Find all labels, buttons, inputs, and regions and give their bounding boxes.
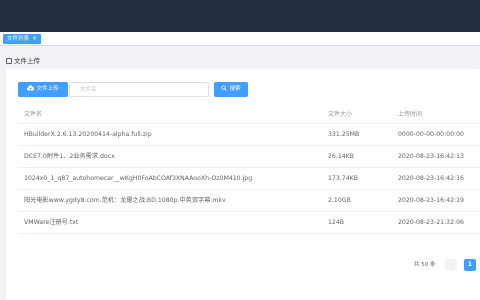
upload-button[interactable]: 文件上传 xyxy=(18,82,68,97)
file-table: 文件名 文件大小 上传时间 HBuilderX.2.6.13.20200414-… xyxy=(18,106,480,234)
tab-file-list[interactable]: 文件列表 × xyxy=(3,34,42,44)
cell-filename: 1024x0_1_q87_autohomecar__wKgH0FoAbCOAf3… xyxy=(24,175,253,182)
tags-bar: 文件列表 × xyxy=(0,32,480,46)
table-row[interactable]: 阳光电影www.ygdy8.com.范机：龙屠之战.BD.1080p.中英双字幕… xyxy=(18,190,480,212)
cell-filename: DCE7.0附件1、2业务需求.docx xyxy=(24,153,115,160)
table-row[interactable]: VMWare注册号.txt 124B 2020-08-23-21:32:06 xyxy=(18,212,480,234)
cloud-upload-icon xyxy=(27,85,35,91)
table-row[interactable]: HBuilderX.2.6.13.20200414-alpha.full.zip… xyxy=(18,124,480,146)
cell-time: 2020-08-23-16:42:16 xyxy=(398,175,464,182)
tab-label: 文件列表 xyxy=(7,36,30,42)
pagination-total: 共 50 条 xyxy=(414,262,436,268)
cell-size: 173.74KB xyxy=(328,175,358,182)
breadcrumb-label: 文件上传 xyxy=(14,57,40,65)
column-header-size[interactable]: 文件大小 xyxy=(328,106,352,124)
cell-time: 2020-08-23-16:42:13 xyxy=(398,153,464,160)
content-card: 文件上传 搜索 文件名 文件大小 上传时间 HBuilderX.2.6.13.2… xyxy=(6,69,480,300)
cell-size: 26.14KB xyxy=(328,153,355,160)
top-header-bar xyxy=(0,0,480,32)
pagination-page-1[interactable]: 1 xyxy=(464,259,476,271)
cell-time: 2020-08-23-21:32:06 xyxy=(398,219,464,226)
cell-filename: VMWare注册号.txt xyxy=(24,219,79,226)
upload-button-label: 文件上传 xyxy=(36,86,59,92)
column-header-filename[interactable]: 文件名 xyxy=(24,106,42,124)
search-button[interactable]: 搜索 xyxy=(214,82,248,97)
cell-filename: HBuilderX.2.6.13.20200414-alpha.full.zip xyxy=(24,131,152,138)
cell-size: 331.25MB xyxy=(328,131,360,138)
cell-size: 2.10GB xyxy=(328,197,351,204)
table-row[interactable]: DCE7.0附件1、2业务需求.docx 26.14KB 2020-08-23-… xyxy=(18,146,480,168)
pagination-prev-button[interactable]: ‹ xyxy=(445,259,457,271)
search-button-label: 搜索 xyxy=(229,86,241,92)
column-header-time[interactable]: 上传时间 xyxy=(398,106,422,124)
cell-time: 2020-08-23-16:42:19 xyxy=(398,197,464,204)
cell-size: 124B xyxy=(328,219,345,226)
table-header: 文件名 文件大小 上传时间 xyxy=(18,106,480,124)
search-icon xyxy=(221,85,228,91)
breadcrumb: 文件上传 xyxy=(6,55,40,65)
cell-filename: 阳光电影www.ygdy8.com.范机：龙屠之战.BD.1080p.中英双字幕… xyxy=(24,197,226,204)
table-row[interactable]: 1024x0_1_q87_autohomecar__wKgH0FoAbCOAf3… xyxy=(18,168,480,190)
cell-time: 0000-00-00-00:00:00 xyxy=(398,131,464,138)
close-icon[interactable]: × xyxy=(32,35,37,42)
upload-page-icon xyxy=(6,58,12,64)
filename-search-input[interactable] xyxy=(69,82,209,97)
